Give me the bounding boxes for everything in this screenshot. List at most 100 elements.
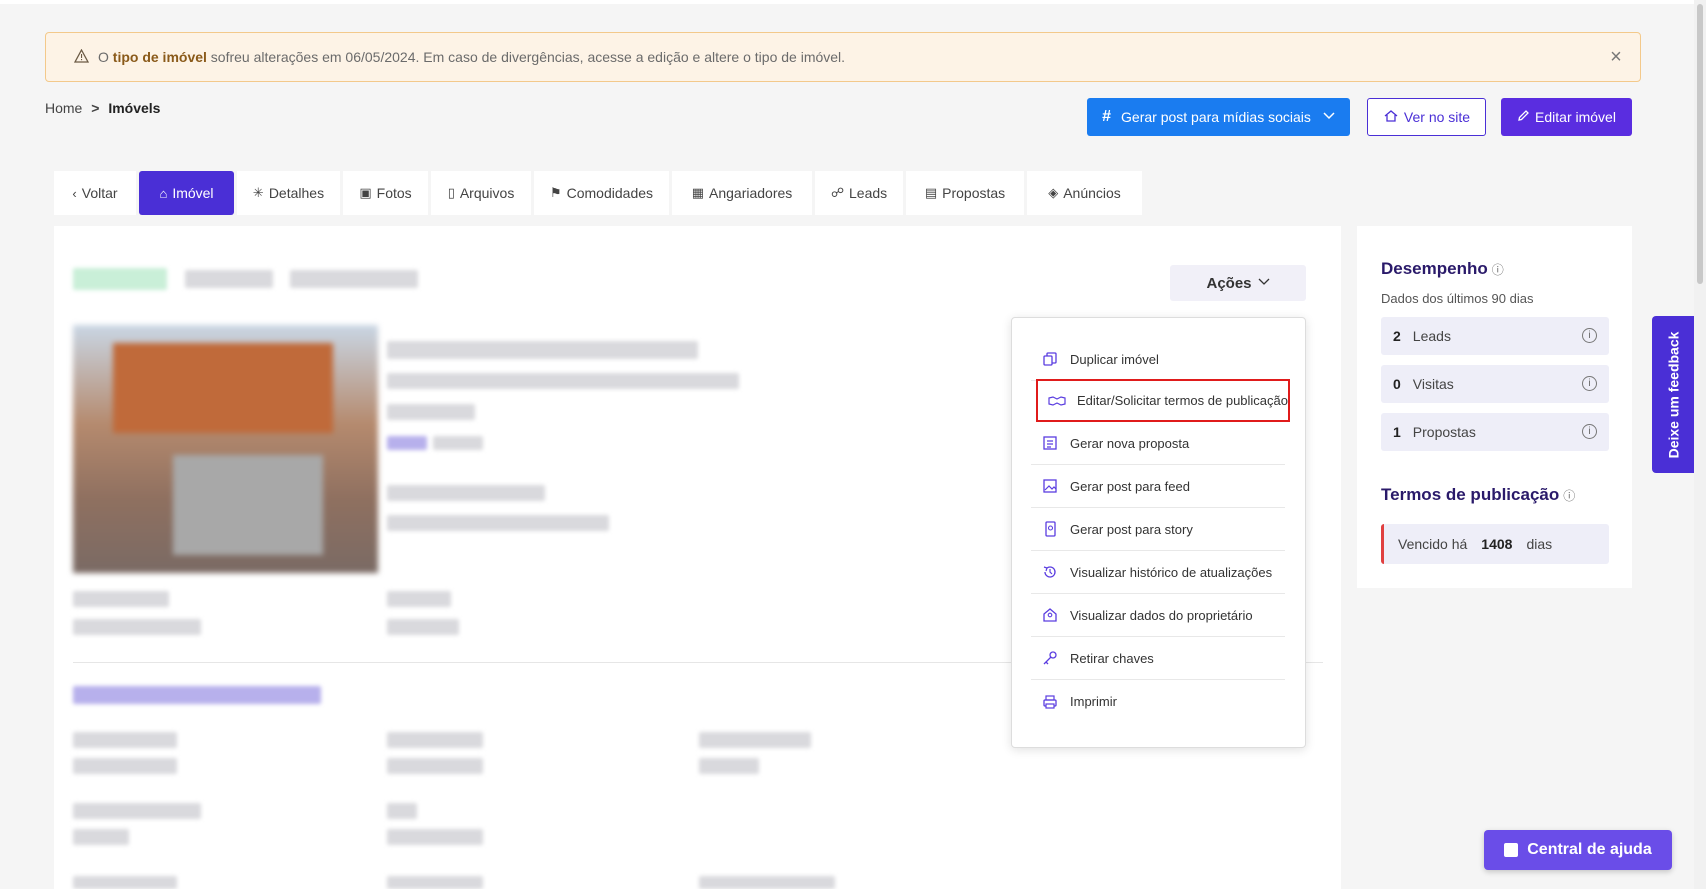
document-icon: ▤: [924, 185, 938, 200]
stat-leads: 2 Leads i: [1381, 317, 1609, 355]
help-center-label: Central de ajuda: [1527, 841, 1652, 858]
view-site-button[interactable]: Ver no site: [1367, 98, 1486, 136]
edit-property-label: Editar imóvel: [1535, 109, 1616, 125]
pencil-icon: [1517, 109, 1530, 125]
tab-fotos[interactable]: ▣ Fotos: [343, 171, 428, 215]
stat-propostas: 1 Propostas i: [1381, 413, 1609, 451]
tab-label: Leads: [849, 185, 888, 201]
scrollbar-thumb[interactable]: [1697, 4, 1703, 284]
page-scrollbar[interactable]: [1694, 0, 1706, 889]
home-icon: ⌂: [159, 185, 168, 201]
info-icon[interactable]: ⓘ: [1563, 489, 1575, 503]
tab-label: Angariadores: [709, 185, 793, 201]
menu-item-new-proposal[interactable]: Gerar nova proposta: [1031, 422, 1285, 465]
menu-item-feed-post[interactable]: Gerar post para feed: [1031, 465, 1285, 508]
tab-angariadores[interactable]: ▦ Angariadores: [672, 171, 812, 215]
close-icon[interactable]: ×: [1606, 47, 1626, 67]
blurred-char-2: [387, 732, 483, 748]
info-icon[interactable]: ⓘ: [1492, 263, 1504, 277]
breadcrumb-current: Imóvels: [108, 100, 161, 116]
social-post-button[interactable]: # Gerar post para mídias sociais: [1087, 98, 1350, 136]
menu-item-label: Visualizar dados do proprietário: [1070, 607, 1253, 623]
tab-detalhes[interactable]: ✳ Detalhes: [237, 171, 340, 215]
performance-title: Desempenho ⓘ: [1381, 259, 1504, 278]
menu-item-label: Visualizar histórico de atualizações: [1070, 564, 1273, 580]
owner-icon: [1041, 606, 1059, 624]
expired-days: 1408: [1481, 536, 1513, 552]
blurred-section-title: [73, 686, 321, 704]
stat-value: 0: [1393, 376, 1401, 392]
chevron-down-icon: [1323, 111, 1335, 123]
menu-item-label: Imprimir: [1070, 694, 1117, 709]
blurred-price: [387, 515, 609, 531]
property-tabs: ‹ Voltar ⌂ Imóvel ✳ Detalhes ▣ Fotos ▯ Arquiv…: [54, 171, 1142, 215]
menu-item-publication-terms[interactable]: Editar/Solicitar termos de publicação: [1036, 379, 1290, 422]
stat-label: Visitas: [1412, 376, 1454, 392]
blurred-char-1-value: [73, 758, 177, 774]
tab-label: Detalhes: [268, 185, 325, 201]
external-home-icon: [1383, 109, 1399, 126]
blurred-char-8: [699, 876, 835, 889]
tab-comodidades[interactable]: ⚑ Comodidades: [534, 171, 669, 215]
feedback-tab[interactable]: Deixe um feedback: [1652, 316, 1694, 473]
tab-propostas[interactable]: ▤ Propostas: [906, 171, 1024, 215]
actions-menu: Duplicar imóvel Editar/Solicitar termos …: [1011, 317, 1306, 748]
copy-icon: [1041, 350, 1059, 368]
type-change-alert: O tipo de imóvel sofreu alterações em 06…: [45, 32, 1641, 82]
blurred-char-5-value: [387, 829, 483, 845]
expired-prefix: Vencido há: [1398, 536, 1468, 552]
blurred-char-3: [699, 732, 811, 748]
tab-leads[interactable]: ☍ Leads: [815, 171, 903, 215]
book-icon: [1504, 843, 1519, 857]
info-icon[interactable]: i: [1582, 424, 1597, 439]
property-photo[interactable]: [73, 325, 378, 573]
info-icon[interactable]: i: [1582, 376, 1597, 391]
actions-dropdown-button[interactable]: Ações: [1170, 265, 1306, 301]
menu-item-story-post[interactable]: Gerar post para story: [1031, 508, 1285, 551]
tab-anuncios[interactable]: ◈ Anúncios: [1027, 171, 1142, 215]
blurred-date: [290, 270, 418, 288]
social-post-label: Gerar post para mídias sociais: [1121, 109, 1311, 125]
printer-icon: [1041, 693, 1059, 711]
image-icon: [1041, 477, 1059, 495]
blurred-code: [185, 270, 273, 288]
blurred-address: [387, 373, 739, 389]
tab-arquivos[interactable]: ▯ Arquivos: [431, 171, 531, 215]
phone-icon: [1041, 520, 1059, 538]
top-strip: [0, 0, 1706, 4]
menu-item-keys[interactable]: Retirar chaves: [1031, 637, 1285, 680]
performance-subtitle: Dados dos últimos 90 dias: [1381, 291, 1534, 306]
edit-property-button[interactable]: Editar imóvel: [1501, 98, 1632, 136]
history-icon: [1041, 563, 1059, 581]
terms-title: Termos de publicação ⓘ: [1381, 485, 1576, 504]
key-icon: [1041, 649, 1059, 667]
tab-label: Imóvel: [172, 185, 214, 201]
info-icon[interactable]: i: [1582, 328, 1597, 343]
breadcrumb-home[interactable]: Home: [45, 100, 82, 116]
menu-item-owner-data[interactable]: Visualizar dados do proprietário: [1031, 594, 1285, 637]
menu-item-print[interactable]: Imprimir: [1031, 680, 1285, 723]
blurred-price-label: [387, 485, 545, 501]
menu-item-label: Duplicar imóvel: [1070, 351, 1159, 367]
list-icon: [1041, 434, 1059, 452]
menu-item-label: Gerar nova proposta: [1070, 435, 1190, 451]
tab-voltar[interactable]: ‹ Voltar: [54, 171, 136, 215]
menu-item-history[interactable]: Visualizar histórico de atualizações: [1031, 551, 1285, 594]
blurred-field-label-2: [387, 591, 451, 607]
tab-label: Voltar: [81, 185, 118, 201]
feedback-label: Deixe um feedback: [1665, 331, 1681, 458]
menu-item-label: Gerar post para story: [1070, 521, 1193, 537]
help-center-button[interactable]: Central de ajuda: [1484, 830, 1672, 870]
blurred-char-2-value: [387, 758, 483, 774]
blurred-title: [387, 341, 698, 359]
stat-label: Leads: [1412, 328, 1451, 344]
tab-label: Anúncios: [1063, 185, 1121, 201]
stat-value: 1: [1393, 424, 1401, 440]
hash-icon: #: [1102, 108, 1112, 125]
chevron-down-icon: [1258, 277, 1270, 289]
stat-label: Propostas: [1412, 424, 1476, 440]
megaphone-icon: ◈: [1048, 185, 1059, 200]
menu-item-duplicate[interactable]: Duplicar imóvel: [1031, 338, 1285, 381]
tab-imovel[interactable]: ⌂ Imóvel: [139, 171, 234, 215]
person-icon: ☍: [830, 185, 844, 200]
